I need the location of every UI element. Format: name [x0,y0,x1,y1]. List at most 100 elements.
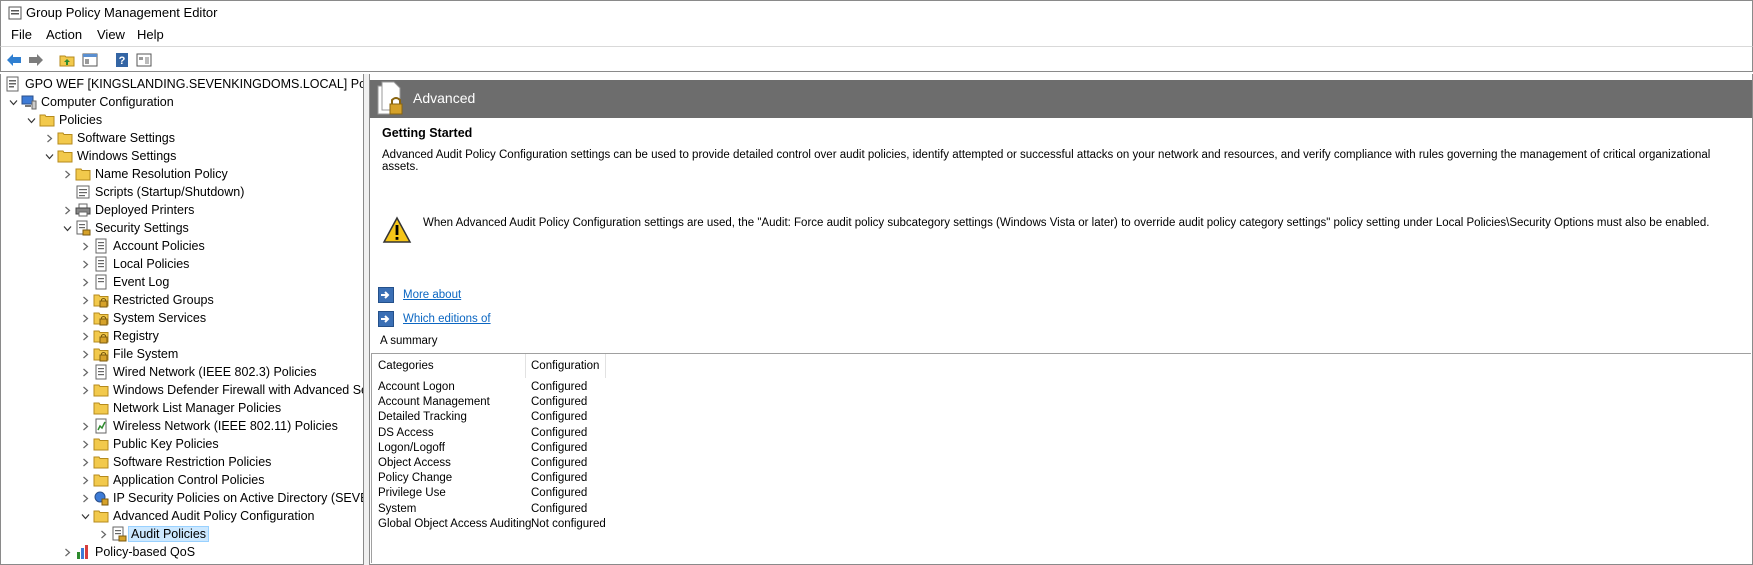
tree-node[interactable]: File System [77,345,178,363]
table-cell-configuration[interactable]: Configured [531,503,587,515]
expanded-chevron-icon[interactable] [23,112,39,128]
tree-node[interactable]: Registry [77,327,159,345]
collapsed-chevron-icon[interactable] [59,544,75,560]
collapsed-chevron-icon[interactable] [77,490,93,506]
table-cell-configuration[interactable]: Configured [531,487,587,499]
table-cell-configuration[interactable]: Not configured [531,518,606,530]
collapsed-chevron-icon[interactable] [77,454,93,470]
tree-node[interactable]: Event Log [77,273,169,291]
collapsed-chevron-icon[interactable] [77,382,93,398]
tree-node[interactable]: Audit Policies [95,525,210,543]
menu-action[interactable]: Action [46,27,82,42]
table-cell-category[interactable]: System [378,503,416,515]
show-hide-tree-button[interactable] [81,51,99,69]
gpo-editor-app-icon [8,6,22,20]
tree-node-label: Event Log [113,275,170,289]
table-cell-configuration[interactable]: Configured [531,381,587,393]
which-editions-link-row: Which editions of [378,310,491,328]
table-cell-category[interactable]: DS Access [378,427,434,439]
collapsed-chevron-icon[interactable] [77,274,93,290]
column-header-configuration[interactable]: Configuration [531,360,599,372]
tree-node[interactable]: Windows Defender Firewall with Advanced … [77,381,363,399]
up-one-level-button[interactable] [58,51,76,69]
tree-node[interactable]: Local Policies [77,255,189,273]
collapsed-chevron-icon[interactable] [41,130,57,146]
tree-node[interactable]: Account Policies [77,237,205,255]
which-editions-link[interactable]: Which editions of [403,313,491,325]
tree-node[interactable]: Advanced Audit Policy Configuration [77,507,315,525]
tree-node[interactable]: Name Resolution Policy [59,165,228,183]
collapsed-chevron-icon[interactable] [95,526,111,542]
table-cell-category[interactable]: Logon/Logoff [378,442,445,454]
table-cell-category[interactable]: Account Logon [378,381,455,393]
column-divider[interactable] [605,354,606,378]
tree-node[interactable]: Public Key Policies [77,435,219,453]
table-cell-category[interactable]: Detailed Tracking [378,411,467,423]
collapsed-chevron-icon[interactable] [59,166,75,182]
tree-node[interactable]: Restricted Groups [77,291,214,309]
table-cell-category[interactable]: Object Access [378,457,451,469]
forward-button[interactable] [27,51,45,69]
tree-node[interactable]: GPO WEF [KINGSLANDING.SEVENKINGDOMS.LOCA… [5,75,363,93]
collapsed-chevron-icon[interactable] [77,292,93,308]
table-cell-configuration[interactable]: Configured [531,457,587,469]
collapsed-chevron-icon[interactable] [77,418,93,434]
back-arrow-icon [7,54,21,66]
collapsed-chevron-icon[interactable] [77,328,93,344]
menu-help[interactable]: Help [137,27,164,42]
table-cell-configuration[interactable]: Configured [531,411,587,423]
expanded-chevron-icon[interactable] [59,220,75,236]
expanded-chevron-icon[interactable] [5,94,21,110]
tree-node-label: Advanced Audit Policy Configuration [113,509,315,523]
folder-icon [93,382,109,398]
tree-node[interactable]: Policy-based QoS [59,543,195,561]
properties-button[interactable] [135,51,153,69]
table-cell-configuration[interactable]: Configured [531,472,587,484]
table-cell-category[interactable]: Policy Change [378,472,452,484]
collapsed-chevron-icon[interactable] [77,346,93,362]
more-about-link[interactable]: More about [403,289,461,301]
collapsed-chevron-icon[interactable] [77,256,93,272]
expanded-chevron-icon[interactable] [41,148,57,164]
ip-security-icon [93,490,109,506]
tree-node-label: Wireless Network (IEEE 802.11) Policies [113,419,338,433]
collapsed-chevron-icon[interactable] [77,238,93,254]
tree-node[interactable]: Wireless Network (IEEE 802.11) Policies [77,417,338,435]
folder-icon [93,436,109,452]
tree-node[interactable]: IP Security Policies on Active Directory… [77,489,363,507]
tree-node[interactable]: Software Settings [41,129,175,147]
column-divider[interactable] [525,354,526,378]
collapsed-chevron-icon[interactable] [77,436,93,452]
collapsed-chevron-icon[interactable] [77,364,93,380]
help-button[interactable]: ? [113,51,131,69]
network-policy-icon [93,364,109,380]
tree-node[interactable]: Network List Manager Policies [77,399,281,417]
table-cell-configuration[interactable]: Configured [531,442,587,454]
tree-node[interactable]: Scripts (Startup/Shutdown) [59,183,244,201]
tree-node[interactable]: Wired Network (IEEE 802.3) Policies [77,363,317,381]
menu-view[interactable]: View [97,27,125,42]
table-cell-configuration[interactable]: Configured [531,396,587,408]
table-cell-category[interactable]: Global Object Access Auditing [378,518,531,530]
back-button[interactable] [5,51,23,69]
tree-node-label: Name Resolution Policy [95,167,228,181]
collapsed-chevron-icon[interactable] [77,310,93,326]
tree-node[interactable]: Computer Configuration [5,93,174,111]
tree-node[interactable]: Windows Settings [41,147,176,165]
column-header-categories[interactable]: Categories [378,360,434,372]
collapsed-chevron-icon[interactable] [77,472,93,488]
tree-node[interactable]: Software Restriction Policies [77,453,271,471]
tree-node[interactable]: System Services [77,309,206,327]
menu-bar: File Action View Help [0,24,1753,46]
tree-node[interactable]: Application Control Policies [77,471,264,489]
table-cell-category[interactable]: Privilege Use [378,487,446,499]
tree-node[interactable]: Policies [23,111,102,129]
expanded-chevron-icon[interactable] [77,508,93,524]
table-cell-category[interactable]: Account Management [378,396,490,408]
table-cell-configuration[interactable]: Configured [531,427,587,439]
tree-node[interactable]: Security Settings [59,219,189,237]
tree-node[interactable]: Deployed Printers [59,201,194,219]
collapsed-chevron-icon[interactable] [59,202,75,218]
more-about-link-row: More about [378,286,461,304]
menu-file[interactable]: File [11,27,32,42]
